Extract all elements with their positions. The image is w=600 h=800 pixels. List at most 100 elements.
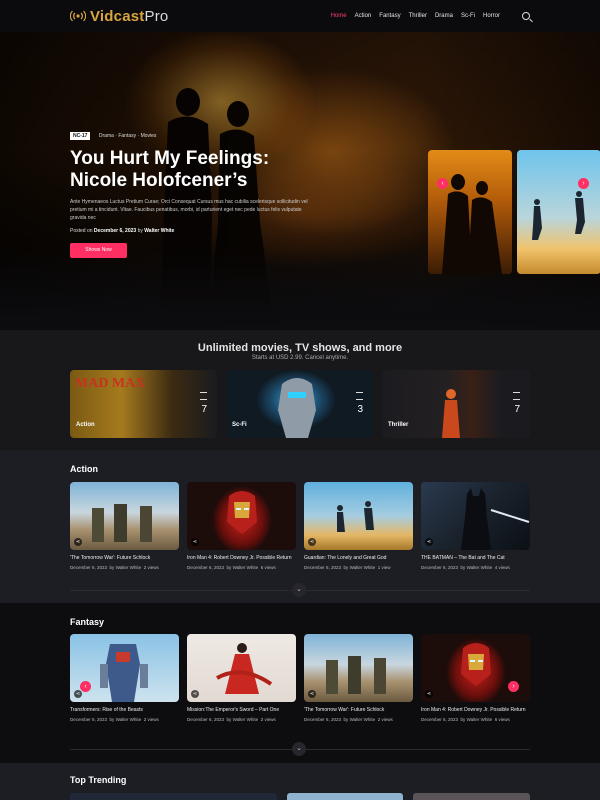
share-icon[interactable]: ⋖ <box>425 538 433 546</box>
genre-card-sci-fi[interactable]: 3 Sc-Fi <box>226 370 373 438</box>
nav-sc-fi[interactable]: Sc-Fi <box>461 13 475 19</box>
share-icon[interactable]: ⋖ <box>308 538 316 546</box>
card-title[interactable]: Guardian: The Lonely and Great God <box>304 555 413 562</box>
genre-count: 7 <box>201 404 207 415</box>
posted-author[interactable]: Walter White <box>144 228 174 234</box>
shows-now-button[interactable]: Shows Now <box>70 243 127 258</box>
hero-title[interactable]: You Hurt My Feelings: Nicole Holofcener’… <box>70 148 370 192</box>
card-meta: December 6, 2023 by Walter White 6 views <box>187 565 276 570</box>
card-title[interactable]: 'The Tomorrow War': Future Schlock <box>304 707 413 714</box>
card-thumbnail[interactable]: ⋖ <box>421 482 530 550</box>
genre-count: 3 <box>357 404 363 415</box>
card-meta: December 6, 2023 by Walter White 4 views <box>421 565 510 570</box>
card-meta: December 6, 2023 by Walter White 2 views <box>70 565 159 570</box>
share-icon[interactable]: ⋖ <box>191 690 199 698</box>
section-title[interactable]: Fantasy <box>70 617 104 627</box>
couple-thumb-image <box>442 174 502 274</box>
emperor-sword-image <box>216 643 273 694</box>
fantasy-section: Fantasy ⋖ Transformers: Rise of the Beas… <box>0 603 600 763</box>
subscription-subtitle: Starts at USD 2.99. Cancel anytime. <box>251 355 349 361</box>
card-thumbnail[interactable]: ⋖ <box>70 482 179 550</box>
main-nav: Home Action Fantasy Thriller Drama Sc-Fi… <box>331 12 530 20</box>
hero-genres[interactable]: Drama · Fantasy · Movies <box>99 133 157 139</box>
hero-slide-thumb-2[interactable] <box>517 150 600 274</box>
card-thumbnail[interactable]: ⋖ <box>304 482 413 550</box>
card-title[interactable]: Iron Man 4: Robert Downey Jr. Possible R… <box>421 707 530 714</box>
video-card[interactable]: ⋖ Iron Man 4: Robert Downey Jr. Possible… <box>187 482 296 570</box>
share-icon[interactable]: ⋖ <box>74 690 82 698</box>
posted-prefix: Posted on <box>70 228 93 234</box>
logo[interactable]: VidcastPro <box>69 8 168 25</box>
search-icon[interactable] <box>522 12 530 20</box>
expand-chevron-icon[interactable]: ⌄ <box>292 583 306 597</box>
stack-icon <box>513 392 520 400</box>
hero-slide-thumb-1[interactable] <box>428 150 512 274</box>
video-card[interactable]: ⋖ THE BATMAN – The Bat and The Cat Decem… <box>421 482 530 570</box>
carousel-prev-button[interactable]: ‹ <box>80 681 91 692</box>
trending-card-2[interactable] <box>287 793 403 800</box>
stack-icon <box>356 392 363 400</box>
logo-text: VidcastPro <box>90 8 168 25</box>
share-icon[interactable]: ⋖ <box>74 538 82 546</box>
guardian-image <box>337 501 374 532</box>
trending-card-1[interactable] <box>70 793 277 800</box>
robot-image <box>278 378 316 438</box>
broadcast-icon <box>69 9 87 23</box>
nav-action[interactable]: Action <box>355 13 372 19</box>
iron-man-image <box>227 491 257 534</box>
hero-title-line1: You Hurt My Feelings: <box>70 148 270 169</box>
share-icon[interactable]: ⋖ <box>425 690 433 698</box>
hero-description: Ante Hymenaeos Luctus Pretium Curae; Orc… <box>70 199 308 221</box>
card-meta: December 6, 2023 by Walter White 2 views <box>70 717 159 722</box>
beach-thumb-image <box>532 191 585 240</box>
card-thumbnail[interactable]: ⋖ <box>304 634 413 702</box>
top-header: VidcastPro Home Action Fantasy Thriller … <box>0 0 600 32</box>
video-card[interactable]: ⋖ 'The Tomorrow War': Future Schlock Dec… <box>70 482 179 570</box>
nav-fantasy[interactable]: Fantasy <box>379 13 400 19</box>
hero-title-line2: Nicole Holofcener’s <box>70 170 248 191</box>
card-title[interactable]: 'The Tomorrow War': Future Schlock <box>70 555 179 562</box>
card-meta: December 6, 2023 by Walter White 1 view <box>304 565 391 570</box>
section-title[interactable]: Action <box>70 464 98 474</box>
video-card[interactable]: ⋖ Iron Man 4: Robert Downey Jr. Possible… <box>421 634 530 722</box>
figure-image <box>442 389 460 438</box>
genre-label: Thriller <box>388 422 409 428</box>
carousel-next-button[interactable]: › <box>508 681 519 692</box>
card-title[interactable]: Mission:The Emperor's Sword – Part One <box>187 707 296 714</box>
card-thumbnail[interactable]: ⋖ <box>187 482 296 550</box>
expand-chevron-icon[interactable]: ⌄ <box>292 742 306 756</box>
soldiers-image <box>326 656 386 694</box>
card-thumbnail[interactable]: ⋖ <box>187 634 296 702</box>
video-card[interactable]: ⋖ Transformers: Rise of the Beasts Decem… <box>70 634 179 722</box>
top-trending-section: Top Trending <box>0 763 600 800</box>
slider-prev-button[interactable]: ‹ <box>437 178 448 189</box>
hero-banner: NC-17 Drama · Fantasy · Movies You Hurt … <box>0 32 600 330</box>
nav-home[interactable]: Home <box>331 13 347 19</box>
stack-icon <box>200 392 207 400</box>
share-icon[interactable]: ⋖ <box>191 538 199 546</box>
genre-card-action[interactable]: MAD MAX 7 Action <box>70 370 217 438</box>
subscription-banner: Unlimited movies, TV shows, and more Sta… <box>0 330 600 450</box>
section-title[interactable]: Top Trending <box>70 775 126 785</box>
action-section: Action ⋖ 'The Tomorrow War': Future Schl… <box>0 450 600 603</box>
nav-horror[interactable]: Horror <box>483 13 500 19</box>
video-card[interactable]: ⋖ Guardian: The Lonely and Great God Dec… <box>304 482 413 570</box>
hero-posted: Posted on December 6, 2023 by Walter Whi… <box>70 228 370 234</box>
genre-count: 7 <box>514 404 520 415</box>
card-title[interactable]: THE BATMAN – The Bat and The Cat <box>421 555 530 562</box>
card-meta: December 6, 2023 by Walter White 2 views <box>187 717 276 722</box>
posted-date: December 6, 2023 <box>93 228 137 234</box>
card-title[interactable]: Iron Man 4: Robert Downey Jr. Possible R… <box>187 555 296 562</box>
genre-card-thriller[interactable]: 7 Thriller <box>382 370 530 438</box>
soldiers-image <box>92 504 152 542</box>
trending-card-3[interactable] <box>413 793 530 800</box>
nav-drama[interactable]: Drama <box>435 13 453 19</box>
card-title[interactable]: Transformers: Rise of the Beasts <box>70 707 179 714</box>
card-meta: December 6, 2023 by Walter White 6 views <box>421 717 510 722</box>
nav-thriller[interactable]: Thriller <box>409 13 427 19</box>
genre-label: Action <box>76 422 95 428</box>
share-icon[interactable]: ⋖ <box>308 690 316 698</box>
video-card[interactable]: ⋖ Mission:The Emperor's Sword – Part One… <box>187 634 296 722</box>
slider-next-button[interactable]: › <box>578 178 589 189</box>
video-card[interactable]: ⋖ 'The Tomorrow War': Future Schlock Dec… <box>304 634 413 722</box>
